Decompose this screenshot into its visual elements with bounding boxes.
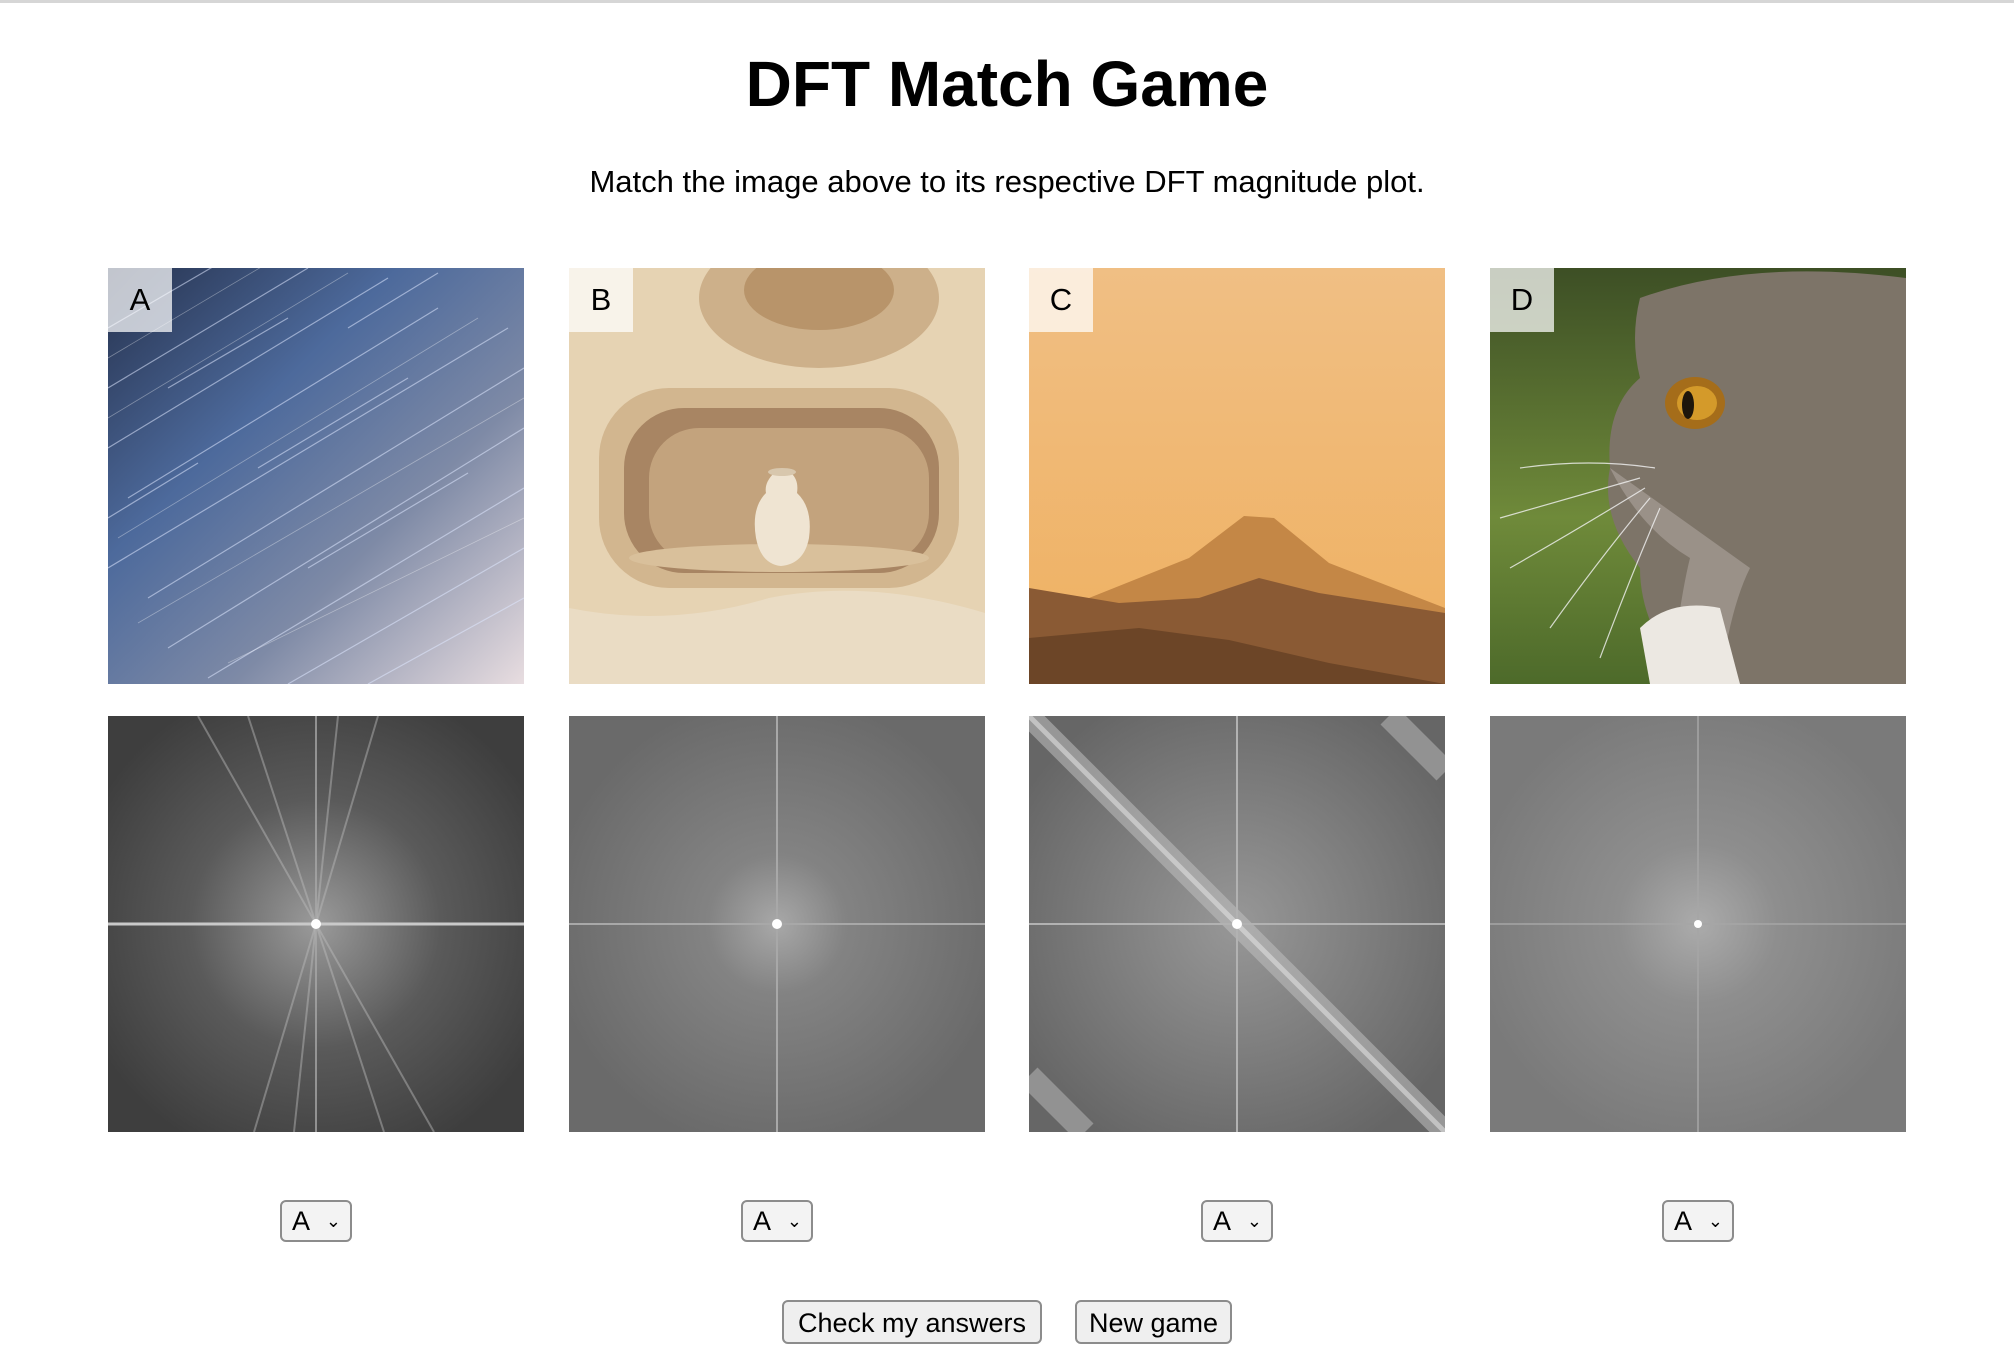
image-b-clay-niche: B (569, 268, 985, 684)
dft-plot-2 (569, 716, 985, 1132)
image-d-cat: D (1490, 268, 1906, 684)
match-column-d: D (1490, 268, 1906, 1132)
match-column-c: C (1029, 268, 1445, 1132)
match-select-3-value: A (1213, 1206, 1232, 1236)
match-select-4-value: A (1674, 1206, 1693, 1236)
dft-plot-4 (1490, 716, 1906, 1132)
chevron-down-icon: ⌄ (1707, 1211, 1723, 1231)
new-game-button[interactable]: New game (1075, 1300, 1232, 1344)
match-select-1-value: A (292, 1206, 311, 1236)
chevron-down-icon: ⌄ (1246, 1211, 1262, 1231)
image-label-b: B (569, 268, 633, 332)
match-select-2-value: A (753, 1206, 772, 1236)
match-select-4[interactable]: A ⌄ (1662, 1200, 1734, 1242)
chevron-down-icon: ⌄ (786, 1211, 802, 1231)
chevron-down-icon: ⌄ (325, 1211, 341, 1231)
image-label-a: A (108, 268, 172, 332)
match-select-2[interactable]: A ⌄ (741, 1200, 813, 1242)
image-label-d: D (1490, 268, 1554, 332)
dft-plot-3 (1029, 716, 1445, 1132)
match-select-1[interactable]: A ⌄ (280, 1200, 352, 1242)
check-answers-button[interactable]: Check my answers (782, 1300, 1042, 1344)
image-a-star-trails: A (108, 268, 524, 684)
dft-plot-1 (108, 716, 524, 1132)
top-divider (0, 0, 2014, 3)
match-column-a: A (108, 268, 524, 1132)
match-select-3[interactable]: A ⌄ (1201, 1200, 1273, 1242)
instructions: Match the image above to its respective … (589, 164, 1425, 199)
image-c-mountain-sunset: C (1029, 268, 1445, 684)
page-title: DFT Match Game (745, 48, 1269, 120)
image-label-c: C (1029, 268, 1093, 332)
match-column-b: B (569, 268, 985, 1132)
